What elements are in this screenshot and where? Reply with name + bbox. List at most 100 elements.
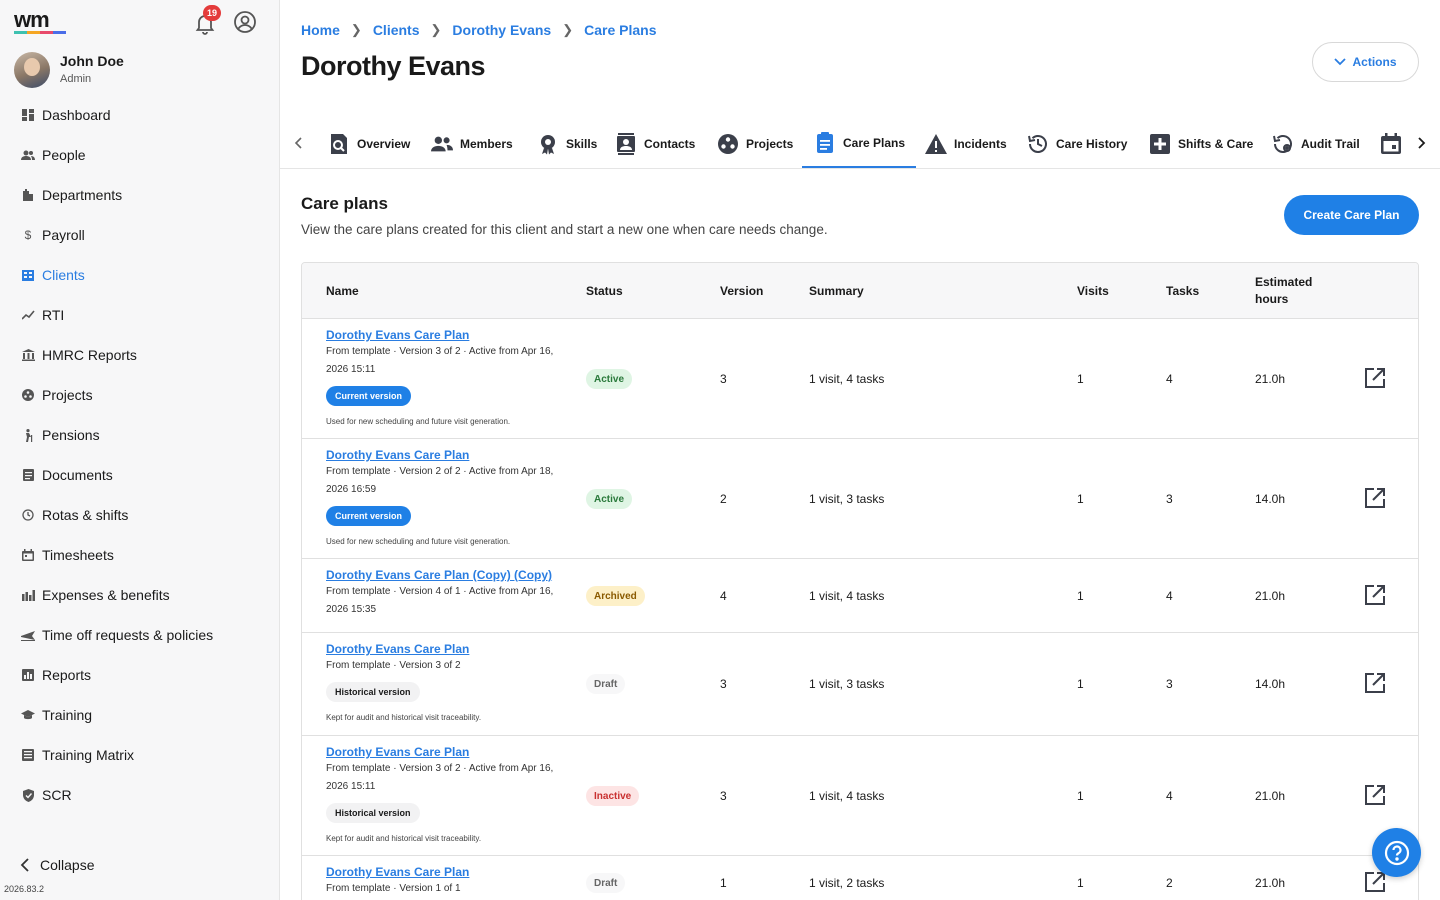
app-version: 2026.83.2 (4, 884, 45, 894)
status-badge: Archived (586, 586, 645, 606)
plan-name-link[interactable]: Dorothy Evans Care Plan (326, 448, 469, 462)
svg-text:wm: wm (14, 10, 49, 32)
breadcrumb-clients[interactable]: Clients (373, 22, 420, 38)
column-header-visits: Visits (1077, 283, 1109, 298)
incidents-icon (925, 134, 947, 154)
sidebar-item-documents[interactable]: Documents (0, 455, 279, 495)
open-external-icon[interactable] (1364, 487, 1386, 509)
column-header-version: Version (720, 283, 764, 298)
sidebar-item-expenses[interactable]: Expenses & benefits (0, 575, 279, 615)
sidebar-item-pensions[interactable]: Pensions (0, 415, 279, 455)
departments-icon (20, 187, 36, 203)
wm-logo[interactable]: wm (14, 10, 66, 36)
sidebar-item-training-matrix[interactable]: Training Matrix (0, 735, 279, 775)
open-external-icon[interactable] (1364, 367, 1386, 389)
chevron-right-icon: ❯ (562, 22, 574, 37)
care-plans-icon (817, 132, 833, 153)
tab-label: Care History (1056, 137, 1128, 151)
tab-incidents[interactable]: Incidents (925, 120, 1007, 168)
sidebar-item-label: Pensions (42, 427, 100, 443)
sidebar-item-payroll[interactable]: $ Payroll (0, 215, 279, 255)
tab-care-plans[interactable]: Care Plans (802, 120, 917, 168)
skills-icon (541, 135, 555, 155)
tab-care-history[interactable]: Care History (1027, 120, 1127, 168)
sidebar-item-label: SCR (42, 787, 72, 803)
projects-icon (20, 387, 36, 403)
sidebar-item-reports[interactable]: Reports (0, 655, 279, 695)
pensions-icon (20, 427, 36, 443)
tab-projects[interactable]: Projects (717, 120, 793, 168)
time-off-icon (20, 627, 36, 643)
sidebar-item-clients[interactable]: Clients (0, 255, 279, 295)
sidebar-item-rotas-shifts[interactable]: Rotas & shifts (0, 495, 279, 535)
tab-calendar[interactable] (1380, 120, 1402, 168)
table-row: Dorothy Evans Care Plan (Copy) (Copy) Fr… (302, 559, 1418, 633)
open-external-icon[interactable] (1364, 871, 1386, 893)
tab-label: Audit Trail (1301, 137, 1360, 151)
rti-icon (20, 307, 36, 323)
open-external-icon[interactable] (1364, 672, 1386, 694)
table-row: Dorothy Evans Care Plan From template · … (302, 856, 1418, 900)
breadcrumb-client[interactable]: Dorothy Evans (452, 22, 551, 38)
tabs-scroll-right[interactable] (1412, 133, 1432, 153)
plan-name-link[interactable]: Dorothy Evans Care Plan (326, 642, 469, 656)
tab-shifts-care[interactable]: Shifts & Care (1149, 120, 1253, 168)
sidebar-item-departments[interactable]: Departments (0, 175, 279, 215)
sidebar-item-rti[interactable]: RTI (0, 295, 279, 335)
sidebar-item-dashboard[interactable]: Dashboard (0, 95, 279, 135)
tabs-scroll-left[interactable] (288, 133, 308, 153)
sidebar-item-label: Training (42, 707, 93, 723)
sidebar-nav: Dashboard People Departments $ Payroll Cl… (0, 95, 279, 815)
tab-contacts[interactable]: Contacts (615, 120, 695, 168)
tab-members[interactable]: Members (431, 120, 513, 168)
chevron-right-icon: ❯ (350, 22, 362, 37)
avatar[interactable] (14, 52, 50, 88)
sidebar-item-training[interactable]: Training (0, 695, 279, 735)
shifts-care-icon (1150, 134, 1170, 154)
tasks-cell: 4 (1166, 589, 1173, 603)
breadcrumb: Home ❯ Clients ❯ Dorothy Evans ❯ Care Pl… (301, 22, 657, 38)
collapse-button[interactable]: Collapse (20, 857, 94, 873)
actions-button[interactable]: Actions (1312, 42, 1419, 82)
summary-cell: 1 visit, 4 tasks (809, 789, 885, 803)
plan-name-link[interactable]: Dorothy Evans Care Plan (326, 865, 469, 879)
tab-skills[interactable]: Skills (537, 120, 597, 168)
sidebar-item-projects[interactable]: Projects (0, 375, 279, 415)
plan-name-link[interactable]: Dorothy Evans Care Plan (326, 328, 469, 342)
sidebar-item-scr[interactable]: SCR (0, 775, 279, 815)
sidebar-item-hmrc-reports[interactable]: HMRC Reports (0, 335, 279, 375)
sidebar-item-label: Documents (42, 467, 113, 483)
status-badge: Draft (586, 873, 626, 893)
sidebar-item-time-off[interactable]: Time off requests & policies (0, 615, 279, 655)
sidebar-item-timesheets[interactable]: Timesheets (0, 535, 279, 575)
breadcrumb-home[interactable]: Home (301, 22, 340, 38)
tab-audit-trail[interactable]: Audit Trail (1272, 120, 1360, 168)
tab-overview[interactable]: Overview (328, 120, 410, 168)
plan-note: Used for new scheduling and future visit… (326, 537, 511, 546)
breadcrumb-care-plans[interactable]: Care Plans (584, 22, 656, 38)
sidebar-item-label: Reports (42, 667, 92, 683)
plan-note: Kept for audit and historical visit trac… (326, 713, 482, 722)
status-badge: Active (586, 489, 633, 509)
sidebar-item-people[interactable]: People (0, 135, 279, 175)
visits-cell: 1 (1077, 876, 1084, 890)
sidebar-item-label: Payroll (42, 227, 85, 243)
account-icon[interactable] (233, 10, 257, 34)
tab-label: Contacts (644, 137, 696, 151)
main-content: Home ❯ Clients ❯ Dorothy Evans ❯ Care Pl… (280, 0, 1440, 900)
open-external-icon[interactable] (1364, 584, 1386, 606)
column-header-estimated-hours: Estimated hours (1255, 275, 1313, 306)
tab-label: Incidents (954, 137, 1007, 151)
create-care-plan-button[interactable]: Create Care Plan (1284, 195, 1419, 235)
tasks-cell: 4 (1166, 372, 1173, 386)
plan-name-link[interactable]: Dorothy Evans Care Plan (Copy) (Copy) (326, 568, 552, 582)
open-external-icon[interactable] (1364, 784, 1386, 806)
plan-name-link[interactable]: Dorothy Evans Care Plan (326, 745, 469, 759)
visits-cell: 1 (1077, 677, 1084, 691)
visits-cell: 1 (1077, 589, 1084, 603)
version-badge: Historical version (326, 803, 420, 823)
hours-cell: 21.0h (1255, 372, 1286, 386)
help-button[interactable] (1372, 828, 1421, 877)
visits-cell: 1 (1077, 372, 1084, 386)
documents-icon (20, 467, 36, 483)
